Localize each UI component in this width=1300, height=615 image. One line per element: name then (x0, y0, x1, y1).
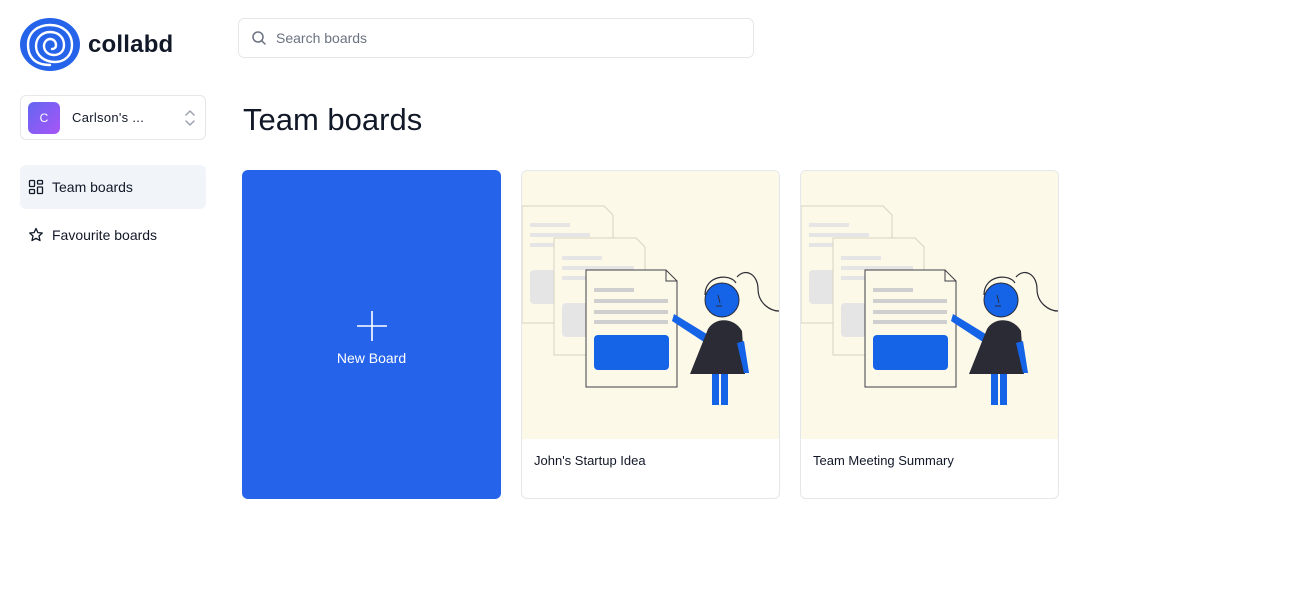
new-board-label: New Board (336, 350, 407, 366)
sidebar-item-label: Team boards (52, 179, 133, 195)
board-card[interactable]: John's Startup Idea (521, 170, 780, 499)
board-card[interactable]: Team Meeting Summary (800, 170, 1059, 499)
chevron-up-down-icon (185, 110, 195, 126)
plus-icon (357, 311, 387, 341)
board-title: John's Startup Idea (534, 453, 646, 468)
board-title: Team Meeting Summary (813, 453, 954, 468)
org-avatar: C (28, 101, 60, 134)
sidebar: collabd C Carlson's ... Team boards Favo… (0, 0, 226, 615)
sidebar-item-favourite-boards[interactable]: Favourite boards (20, 213, 206, 257)
spiral-logo-icon (20, 18, 80, 71)
dashboard-grid-icon (28, 179, 44, 195)
app-name: collabd (88, 30, 174, 58)
board-thumbnail (522, 171, 779, 439)
star-icon (29, 227, 43, 242)
org-name: Carlson's ... (72, 110, 145, 125)
search-bar (238, 18, 754, 58)
search-icon (252, 31, 266, 45)
org-switcher[interactable]: C Carlson's ... (20, 95, 206, 140)
search-input[interactable] (276, 30, 736, 46)
presentation-illustration (801, 205, 1058, 405)
sidebar-item-team-boards[interactable]: Team boards (20, 165, 206, 209)
app-logo[interactable]: collabd (20, 18, 173, 71)
new-board-button[interactable]: New Board (242, 170, 501, 499)
presentation-illustration (522, 205, 779, 405)
board-thumbnail (801, 171, 1058, 439)
page-title: Team boards (243, 102, 423, 137)
sidebar-item-label: Favourite boards (52, 227, 158, 243)
